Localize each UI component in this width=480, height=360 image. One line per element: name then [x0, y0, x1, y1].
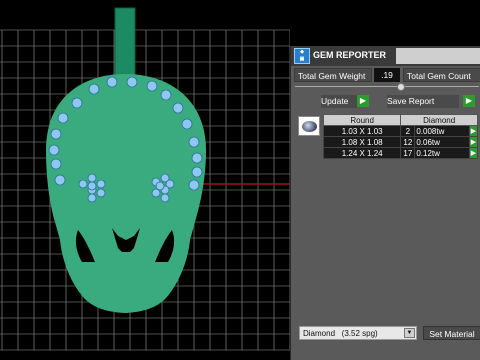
- 3d-viewport[interactable]: [0, 0, 290, 360]
- gem-stone[interactable]: [146, 80, 158, 92]
- gem-stone[interactable]: [88, 83, 100, 95]
- gem-stone[interactable]: [181, 118, 193, 130]
- gem-reporter-logo-icon: ◆ ▣: [294, 48, 310, 64]
- gem-stone[interactable]: [188, 179, 200, 191]
- gem-stone[interactable]: [87, 181, 97, 191]
- gem-stone[interactable]: [126, 76, 138, 88]
- column-header-material: Diamond: [400, 114, 478, 126]
- save-report-go-icon[interactable]: ▶: [463, 95, 475, 107]
- gem-stone[interactable]: [87, 193, 97, 203]
- gem-stone[interactable]: [96, 188, 106, 198]
- viewport-canvas[interactable]: [0, 0, 290, 360]
- table-row[interactable]: 1.03 X 1.03 2 0.008tw ▶: [322, 125, 478, 137]
- row-go-icon[interactable]: ▶: [469, 147, 478, 159]
- total-count-label: Total Gem Count: [403, 68, 480, 82]
- gem-stone[interactable]: [48, 144, 60, 156]
- gem-stone[interactable]: [50, 128, 62, 140]
- gem-stone[interactable]: [160, 193, 170, 203]
- table-row[interactable]: 1.24 X 1.24 17 0.12tw ▶: [322, 147, 478, 159]
- panel-title: GEM REPORTER: [313, 50, 387, 60]
- gem-stone[interactable]: [172, 102, 184, 114]
- material-select-value: Diamond (3.52 spg): [303, 329, 378, 338]
- total-weight-value: .19: [374, 68, 400, 82]
- slider-thumb[interactable]: [397, 83, 405, 91]
- gem-stone[interactable]: [191, 166, 203, 178]
- gem-weight: 0.06tw: [414, 136, 470, 148]
- material-row: Diamond (3.52 spg) ▼ Set Material: [299, 326, 480, 340]
- gem-stone[interactable]: [160, 89, 172, 101]
- gem-count: 12: [400, 136, 416, 148]
- gem-size: 1.24 X 1.24: [322, 147, 402, 159]
- gem-stone[interactable]: [71, 97, 83, 109]
- gem-table: Round Diamond 1.03 X 1.03 2 0.008tw ▶ 1.08 X…: [322, 114, 478, 159]
- material-select[interactable]: Diamond (3.52 spg) ▼: [299, 326, 417, 340]
- gem-stone[interactable]: [155, 181, 165, 191]
- panel-header: ◆ ▣ GEM REPORTER: [291, 46, 480, 66]
- update-button[interactable]: Update: [321, 95, 357, 108]
- gem-stone[interactable]: [191, 152, 203, 164]
- update-go-icon[interactable]: ▶: [357, 95, 369, 107]
- row-go-icon[interactable]: ▶: [469, 136, 478, 148]
- gem-stone[interactable]: [57, 112, 69, 124]
- chevron-down-icon[interactable]: ▼: [404, 328, 415, 338]
- gem-stone[interactable]: [50, 158, 62, 170]
- gem-size: 1.03 X 1.03: [322, 125, 402, 137]
- table-row[interactable]: 1.08 X 1.08 12 0.06tw ▶: [322, 136, 478, 148]
- gem-stone[interactable]: [96, 179, 106, 189]
- gem-stone[interactable]: [54, 174, 66, 186]
- totals-row: Total Gem Weight .19 Total Gem Count: [294, 68, 480, 82]
- gem-stone[interactable]: [188, 136, 200, 148]
- gem-weight: 0.008tw: [414, 125, 470, 137]
- gem-size: 1.08 X 1.08: [322, 136, 402, 148]
- detail-slider[interactable]: [295, 83, 479, 92]
- gem-shape-icon[interactable]: [298, 116, 320, 136]
- gem-count: 2: [400, 125, 416, 137]
- gem-stone[interactable]: [78, 179, 88, 189]
- bail: [114, 7, 136, 79]
- panel-titlebar-area: [396, 48, 480, 64]
- row-go-icon[interactable]: ▶: [469, 125, 478, 137]
- gem-count: 17: [400, 147, 416, 159]
- gem-stone[interactable]: [106, 76, 118, 88]
- save-report-button[interactable]: Save Report: [387, 95, 459, 108]
- gem-weight: 0.12tw: [414, 147, 470, 159]
- column-header-shape: Round: [322, 114, 402, 126]
- gem-reporter-panel: ◆ ▣ GEM REPORTER Total Gem Weight .19 Tot…: [290, 46, 480, 360]
- total-weight-label: Total Gem Weight: [294, 68, 372, 82]
- set-material-button[interactable]: Set Material: [423, 326, 480, 340]
- gem-stone[interactable]: [87, 173, 97, 183]
